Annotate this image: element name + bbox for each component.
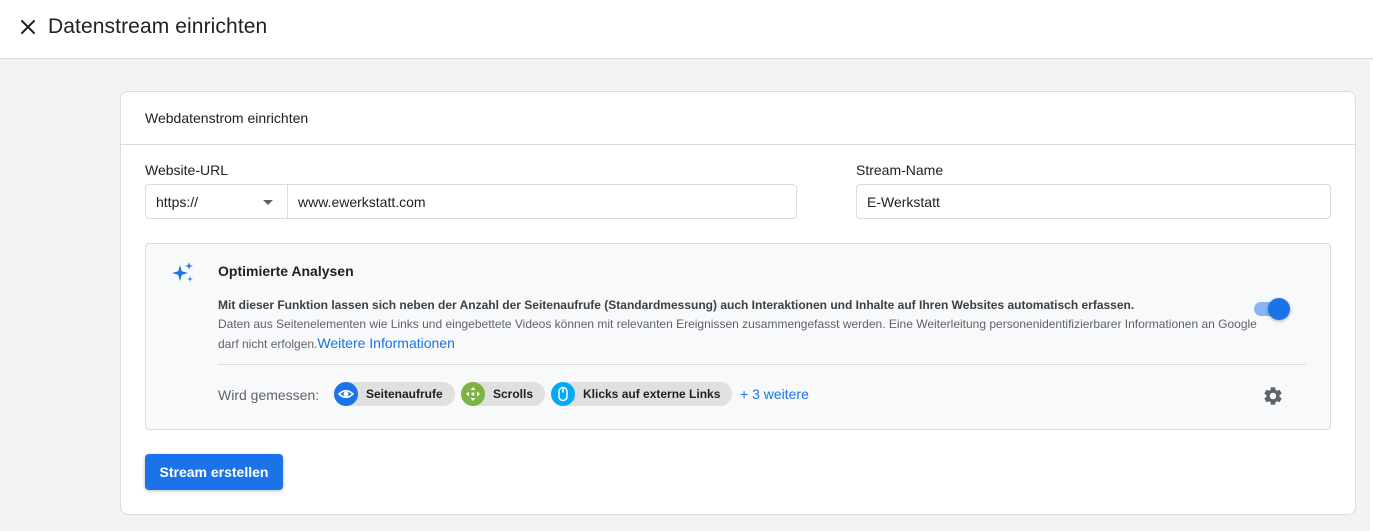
eye-icon	[334, 382, 358, 406]
scroll-arrows-icon	[461, 382, 485, 406]
chip-label: Scrolls	[493, 387, 534, 401]
page-title: Datenstream einrichten	[48, 15, 268, 38]
stream-name-label: Stream-Name	[856, 162, 944, 178]
web-stream-card: Webdatenstrom einrichten Website-URL htt…	[120, 91, 1356, 515]
measured-label: Wird gemessen:	[218, 387, 320, 403]
close-icon	[21, 20, 35, 34]
chip-scrolls[interactable]: Scrolls	[461, 382, 546, 406]
chip-label: Seitenaufrufe	[366, 387, 443, 401]
website-url-label: Website-URL	[145, 162, 228, 178]
description-line-1: Mit dieser Funktion lassen sich neben de…	[218, 298, 1135, 312]
website-url-input[interactable]: www.ewerkstatt.com	[287, 184, 797, 219]
close-button[interactable]	[14, 13, 42, 41]
chip-page-views[interactable]: Seitenaufrufe	[334, 382, 455, 406]
enhanced-measurement-description: Mit dieser Funktion lassen sich neben de…	[218, 296, 1258, 354]
divider	[218, 364, 1306, 365]
more-events-link[interactable]: + 3 weitere	[740, 386, 809, 402]
chip-label: Klicks auf externe Links	[583, 387, 721, 401]
enhanced-measurement-title: Optimierte Analysen	[218, 263, 354, 279]
protocol-value: https://	[156, 194, 199, 210]
create-stream-button[interactable]: Stream erstellen	[145, 454, 283, 490]
sparkle-icon	[172, 262, 193, 282]
mouse-icon	[551, 382, 575, 406]
card-header: Webdatenstrom einrichten	[121, 92, 1355, 145]
website-url-value: www.ewerkstatt.com	[298, 194, 426, 210]
stream-name-value: E-Werkstatt	[867, 194, 940, 210]
gear-icon[interactable]	[1262, 385, 1284, 407]
card-title: Webdatenstrom einrichten	[145, 110, 309, 126]
chevron-down-icon	[263, 200, 273, 205]
learn-more-link[interactable]: Weitere Informationen	[317, 335, 454, 351]
chip-outbound-clicks[interactable]: Klicks auf externe Links	[551, 382, 733, 406]
top-bar: Datenstream einrichten	[0, 0, 1373, 59]
enhanced-measurement-toggle[interactable]	[1254, 296, 1290, 320]
enhanced-measurement-panel: Optimierte Analysen Mit dieser Funktion …	[145, 243, 1331, 430]
toggle-knob	[1268, 298, 1290, 320]
description-line-2: Daten aus Seitenelementen wie Links und …	[218, 315, 1258, 354]
protocol-select[interactable]: https://	[145, 184, 288, 219]
stream-name-input[interactable]: E-Werkstatt	[856, 184, 1331, 219]
